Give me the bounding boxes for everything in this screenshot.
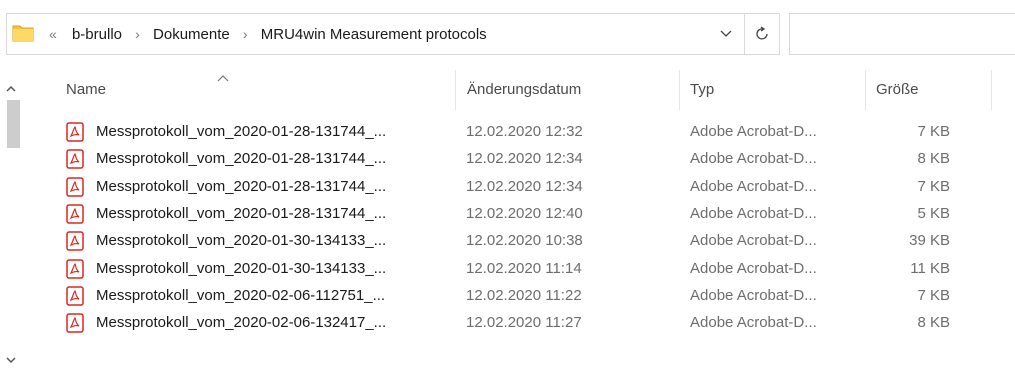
column-header-name[interactable]: Name <box>66 70 106 110</box>
column-header-date[interactable]: Änderungsdatum <box>467 70 581 110</box>
breadcrumb-item-dokumente[interactable]: Dokumente <box>153 15 230 55</box>
file-date: 12.02.2020 10:38 <box>466 232 583 250</box>
file-date: 12.02.2020 12:32 <box>466 123 583 140</box>
file-type: Adobe Acrobat-D... <box>690 177 817 195</box>
folder-icon <box>12 23 34 43</box>
pdf-file-icon <box>66 149 84 170</box>
breadcrumb-item-current-folder[interactable]: MRU4win Measurement protocols <box>261 15 487 55</box>
file-name[interactable]: Messprotokoll_vom_2020-01-28-131744_... <box>96 174 386 200</box>
file-row[interactable]: Messprotokoll_vom_2020-01-30-134133_... 1… <box>66 256 996 282</box>
file-type: Adobe Acrobat-D... <box>690 123 817 140</box>
file-date: 12.02.2020 12:34 <box>466 177 583 195</box>
column-header-size[interactable]: Größe <box>876 70 919 110</box>
file-name[interactable]: Messprotokoll_vom_2020-01-30-134133_... <box>96 256 386 282</box>
refresh-button[interactable] <box>745 14 780 54</box>
breadcrumb-item-b-brullo[interactable]: b-brullo <box>72 15 122 55</box>
file-row[interactable]: Messprotokoll_vom_2020-02-06-112751_... 1… <box>66 283 996 309</box>
file-type: Adobe Acrobat-D... <box>690 150 817 168</box>
address-history-dropdown-button[interactable] <box>708 14 744 54</box>
file-row[interactable]: Messprotokoll_vom_2020-01-28-131744_... 1… <box>66 146 996 172</box>
file-date: 12.02.2020 11:14 <box>466 259 582 277</box>
column-divider[interactable] <box>679 70 680 110</box>
file-name[interactable]: Messprotokoll_vom_2020-01-28-131744_... <box>96 119 386 145</box>
address-bar[interactable]: « b-brullo › Dokumente › MRU4win Measure… <box>6 13 780 55</box>
file-date: 12.02.2020 12:40 <box>466 204 583 222</box>
file-row[interactable]: Messprotokoll_vom_2020-01-28-131744_... 1… <box>66 201 996 227</box>
refresh-icon <box>755 26 768 40</box>
file-type: Adobe Acrobat-D... <box>690 259 817 277</box>
file-size: 11 KB <box>910 259 950 277</box>
column-divider[interactable] <box>991 70 992 110</box>
search-input[interactable] <box>789 13 1015 55</box>
file-row[interactable]: Messprotokoll_vom_2020-02-06-132417_... 1… <box>66 310 996 336</box>
column-divider[interactable] <box>455 70 456 110</box>
chevron-down-icon <box>5 356 16 363</box>
pdf-file-icon <box>66 258 84 279</box>
breadcrumb-separator-icon[interactable]: › <box>135 14 140 54</box>
file-size: 5 KB <box>917 204 950 222</box>
file-name[interactable]: Messprotokoll_vom_2020-02-06-132417_... <box>96 310 386 336</box>
file-size: 8 KB <box>917 150 950 168</box>
file-name[interactable]: Messprotokoll_vom_2020-02-06-112751_... <box>96 283 385 309</box>
pdf-file-icon <box>66 204 84 224</box>
file-date: 12.02.2020 12:34 <box>466 150 583 168</box>
scroll-down-button[interactable] <box>0 350 21 370</box>
pdf-file-icon <box>66 176 84 197</box>
file-size: 8 KB <box>917 314 950 332</box>
breadcrumb: « b-brullo › Dokumente › MRU4win Measure… <box>49 14 487 54</box>
file-date: 12.02.2020 11:27 <box>466 314 582 332</box>
pdf-file-icon <box>66 122 84 142</box>
file-size: 7 KB <box>917 177 950 195</box>
column-header-type[interactable]: Typ <box>690 70 714 110</box>
file-name[interactable]: Messprotokoll_vom_2020-01-28-131744_... <box>96 201 386 227</box>
file-size: 7 KB <box>917 123 950 140</box>
file-type: Adobe Acrobat-D... <box>690 232 817 250</box>
file-row[interactable]: Messprotokoll_vom_2020-01-30-134133_... 1… <box>66 228 996 254</box>
column-header-row: Name Änderungsdatum Typ Größe <box>0 70 1015 110</box>
file-name[interactable]: Messprotokoll_vom_2020-01-28-131744_... <box>96 146 386 172</box>
overflow-chevron-icon[interactable]: « <box>49 14 57 54</box>
file-type: Adobe Acrobat-D... <box>690 286 817 304</box>
file-row[interactable]: Messprotokoll_vom_2020-01-28-131744_... 1… <box>66 119 996 145</box>
file-type: Adobe Acrobat-D... <box>690 204 817 222</box>
vertical-scrollbar[interactable] <box>0 70 21 372</box>
pdf-file-icon <box>66 286 84 306</box>
pdf-file-icon <box>66 231 84 251</box>
file-size: 39 KB <box>909 232 950 250</box>
chevron-down-icon <box>720 30 732 37</box>
file-row[interactable]: Messprotokoll_vom_2020-01-28-131744_... 1… <box>66 174 996 200</box>
file-type: Adobe Acrobat-D... <box>690 314 817 332</box>
pdf-file-icon <box>66 313 84 333</box>
file-size: 7 KB <box>917 286 950 304</box>
file-date: 12.02.2020 11:22 <box>466 286 582 304</box>
column-divider[interactable] <box>865 70 866 110</box>
breadcrumb-separator-icon[interactable]: › <box>243 14 248 54</box>
file-name[interactable]: Messprotokoll_vom_2020-01-30-134133_... <box>96 228 386 254</box>
